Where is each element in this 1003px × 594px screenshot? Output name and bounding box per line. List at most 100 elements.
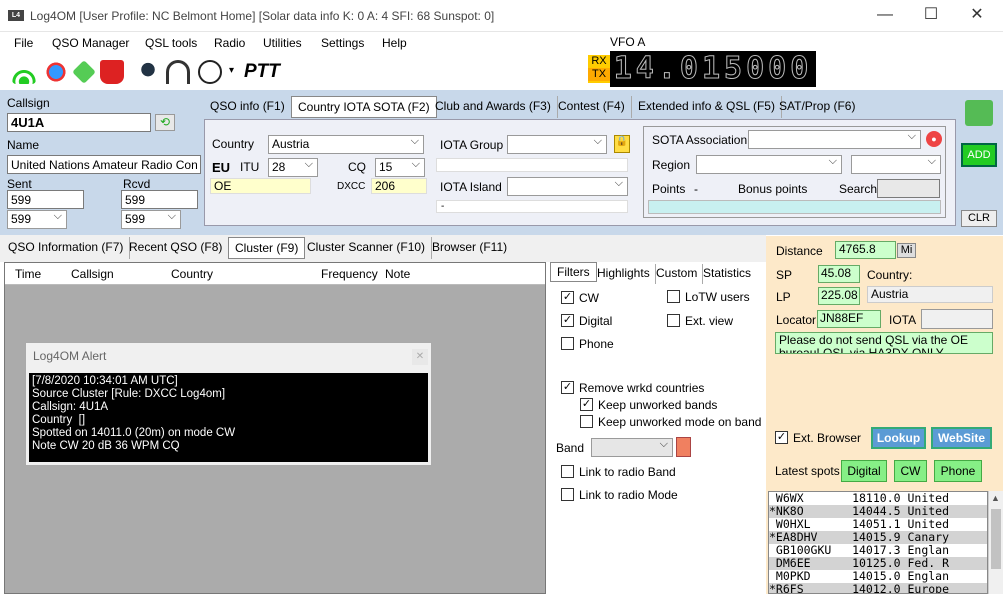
menu-file[interactable]: File [14,36,33,50]
alert-close-button[interactable]: ✕ [412,349,428,365]
spots-scrollbar[interactable]: ▲ [988,491,1003,594]
lotw-checkbox[interactable] [667,290,680,303]
tab-contest[interactable]: Contest (F4) [552,96,632,118]
menu-qso-manager[interactable]: QSO Manager [52,36,129,50]
phone-checkbox[interactable] [561,337,574,350]
distance-unit-button[interactable]: Mi [897,243,916,258]
ext-browser-checkbox[interactable]: ✓ [775,431,788,444]
sota-association-select[interactable] [748,130,921,149]
country-select[interactable]: Austria [268,135,424,154]
book-icon[interactable] [72,60,96,84]
region-select[interactable] [696,155,842,174]
close-button[interactable]: ✕ [954,4,1000,28]
tab-browser[interactable]: Browser (F11) [426,237,513,259]
remove-wrkd-checkbox[interactable]: ✓ [561,381,574,394]
rcvd-input[interactable] [121,190,198,209]
tab-cluster-scanner[interactable]: Cluster Scanner (F10) [301,237,433,259]
wifi-icon[interactable] [12,60,36,84]
summit-select[interactable] [851,155,941,174]
menu-help[interactable]: Help [382,36,407,50]
iota-group-name [436,158,628,172]
tab-filters[interactable]: Filters [550,262,597,282]
clear-button[interactable]: CLR [961,210,997,227]
lock-icon[interactable]: 🔒 [614,135,630,153]
qsl-note: Please do not send QSL via the OE bureau… [775,332,993,354]
ext-view-checkbox[interactable] [667,314,680,327]
col-time[interactable]: Time [15,267,41,281]
maximize-button[interactable]: ☐ [908,4,954,28]
keep-bands-label: Keep unworked bands [598,398,718,412]
headset-icon[interactable] [166,60,190,84]
latest-spots-list[interactable]: W6WX 18110.0 United *NK8O 14044.5 United… [768,491,988,594]
keep-bands-checkbox[interactable]: ✓ [580,398,593,411]
iota-island-name: - [436,200,628,213]
spots-phone-button[interactable]: Phone [934,460,982,482]
refresh-icon[interactable]: ⟲ [155,114,175,131]
tab-club-awards[interactable]: Club and Awards (F3) [429,96,558,118]
cq-select[interactable]: 15 [375,158,425,177]
tab-sat-prop[interactable]: SAT/Prop (F6) [773,96,861,118]
sent-mode-select[interactable]: 599 [7,210,67,229]
add-button[interactable]: ADD [961,143,997,167]
satellite-dish-icon[interactable] [198,60,222,84]
ptt-button[interactable]: PTT [244,61,280,83]
col-country[interactable]: Country [171,267,213,281]
tab-extended-info[interactable]: Extended info & QSL (F5) [632,96,782,118]
tab-recent-qso[interactable]: Recent QSO (F8) [123,237,230,259]
tab-qso-info[interactable]: QSO info (F1) [204,96,292,118]
list-item[interactable]: *R6FS 14012.0 Europe [769,583,987,593]
spots-digital-button[interactable]: Digital [841,460,887,482]
sent-input[interactable] [7,190,84,209]
tab-custom[interactable]: Custom [651,264,704,284]
website-button[interactable]: WebSite [931,427,992,449]
digital-label: Digital [579,314,613,328]
band-color-swatch[interactable] [676,437,691,457]
menu-radio[interactable]: Radio [214,36,245,50]
save-disk-icon[interactable] [965,100,993,126]
tab-statistics[interactable]: Statistics [698,264,756,284]
locator-label: Locator [776,313,817,327]
cq-label: CQ [348,160,366,174]
sp-label: SP [776,268,793,282]
col-note[interactable]: Note [385,267,410,281]
operator-icon[interactable] [136,60,160,84]
tab-highlights[interactable]: Highlights [592,264,656,284]
iota-island-select[interactable] [507,177,628,196]
app-logo-icon: L4 [8,10,24,21]
col-frequency[interactable]: Frequency [321,267,378,281]
menu-qsl-tools[interactable]: QSL tools [145,36,197,50]
clear-sota-icon[interactable]: ● [926,131,942,147]
globe-icon[interactable] [44,60,68,84]
link-mode-checkbox[interactable] [561,488,574,501]
callsign-input[interactable] [7,113,151,132]
menu-utilities[interactable]: Utilities [263,36,302,50]
vfo-label: VFO A [610,35,646,49]
sota-association-label: SOTA Association [652,133,748,147]
scroll-up-icon[interactable]: ▲ [991,493,1000,503]
cw-label: CW [579,291,599,305]
scroll-thumb[interactable] [991,509,1001,569]
link-band-checkbox[interactable] [561,465,574,478]
rcvd-mode-select[interactable]: 599 [121,210,181,229]
tab-cluster[interactable]: Cluster (F9) [228,237,306,259]
keep-mode-checkbox[interactable] [580,415,593,428]
itu-select[interactable]: 28 [268,158,318,177]
digital-checkbox[interactable]: ✓ [561,314,574,327]
menu-settings[interactable]: Settings [321,36,364,50]
lp-value: 225.08 [818,287,860,305]
minimize-button[interactable]: — [862,4,908,28]
lookup-button[interactable]: Lookup [871,427,926,449]
iota-group-label: IOTA Group [440,138,504,152]
latest-spots-label: Latest spots [775,464,840,478]
chevron-down-icon[interactable]: ▾ [229,65,234,76]
sota-search-input[interactable] [877,179,940,198]
tab-country-iota-sota[interactable]: Country IOTA SOTA (F2) [291,96,437,118]
cw-checkbox[interactable]: ✓ [561,291,574,304]
col-callsign[interactable]: Callsign [71,267,114,281]
name-input[interactable] [7,155,201,174]
tab-qso-information[interactable]: QSO Information (F7) [2,237,131,259]
band-select[interactable] [591,438,673,457]
spots-cw-button[interactable]: CW [894,460,927,482]
iota-group-select[interactable] [507,135,607,154]
mailbox-icon[interactable] [100,60,124,84]
